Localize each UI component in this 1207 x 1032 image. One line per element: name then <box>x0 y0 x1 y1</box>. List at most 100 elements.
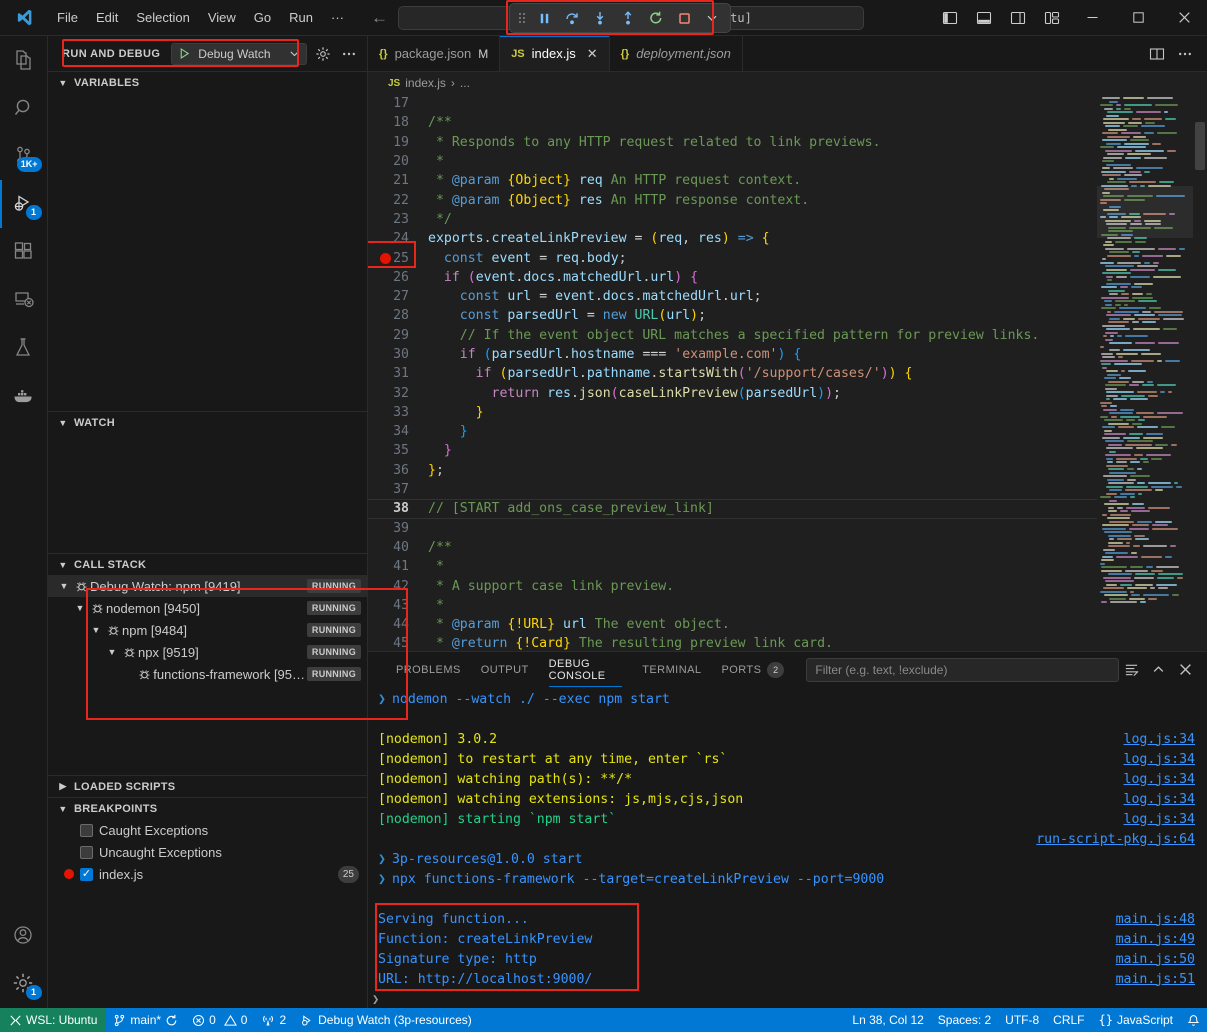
console-source-link[interactable]: main.js:51 <box>1116 972 1195 987</box>
code-line[interactable]: 40/** <box>368 538 1097 557</box>
window-maximize-button[interactable] <box>1115 0 1161 36</box>
status-indentation[interactable]: Spaces: 2 <box>931 1008 998 1032</box>
breakpoint-checkbox[interactable] <box>80 824 93 837</box>
status-eol[interactable]: CRLF <box>1046 1008 1091 1032</box>
call-stack-row[interactable]: ▼nodemon [9450]RUNNING <box>48 597 367 619</box>
code-line[interactable]: 20 * <box>368 152 1097 171</box>
chevron-down-icon[interactable]: ▼ <box>104 647 120 657</box>
editor-tab-package-json[interactable]: {}package.jsonM <box>368 36 500 71</box>
code-line[interactable]: 21 * @param {Object} req An HTTP request… <box>368 171 1097 190</box>
status-encoding[interactable]: UTF-8 <box>998 1008 1046 1032</box>
menu-more[interactable]: ··· <box>322 6 353 29</box>
section-header-breakpoints[interactable]: ▼ BREAKPOINTS <box>48 797 367 819</box>
menu-run[interactable]: Run <box>280 6 322 29</box>
menu-file[interactable]: File <box>48 6 87 29</box>
editor-tab-deployment-json[interactable]: {}deployment.json <box>610 36 743 71</box>
activity-bar-item-testing[interactable] <box>0 324 48 372</box>
panel-tab-ports[interactable]: PORTS2 <box>711 652 794 687</box>
code-line[interactable]: 24exports.createLinkPreview = (req, res)… <box>368 229 1097 248</box>
code-line[interactable]: 34 } <box>368 422 1097 441</box>
code-line[interactable]: 28 const parsedUrl = new URL(url); <box>368 306 1097 325</box>
call-stack-row[interactable]: ▼npx [9519]RUNNING <box>48 641 367 663</box>
status-problems[interactable]: 0 0 <box>185 1008 254 1032</box>
debug-settings-gear-icon[interactable] <box>313 43 333 65</box>
status-notifications[interactable] <box>1180 1008 1207 1032</box>
console-source-link[interactable]: run-script-pkg.js:64 <box>1036 832 1195 847</box>
sidebar-more-actions-button[interactable] <box>339 43 359 65</box>
debug-step-into-button[interactable] <box>587 6 613 30</box>
debug-console-output[interactable]: ❯nodemon --watch ./ --exec npm start[nod… <box>368 687 1207 1008</box>
console-source-link[interactable]: main.js:50 <box>1116 952 1195 967</box>
activity-bar-item-explorer[interactable] <box>0 36 48 84</box>
toggle-panel-icon[interactable] <box>967 0 1001 36</box>
toggle-secondary-sidebar-icon[interactable] <box>1001 0 1035 36</box>
activity-bar-item-docker[interactable] <box>0 372 48 420</box>
window-minimize-button[interactable] <box>1069 0 1115 36</box>
debug-configuration-dropdown[interactable]: Debug Watch <box>171 43 307 65</box>
console-source-link[interactable]: main.js:48 <box>1116 912 1195 927</box>
code-line[interactable]: 22 * @param {Object} res An HTTP respons… <box>368 190 1097 209</box>
breakpoint-row[interactable]: Caught Exceptions <box>48 819 367 841</box>
activity-bar-item-manage-settings[interactable]: 1 <box>0 960 48 1008</box>
console-source-link[interactable]: log.js:34 <box>1124 752 1195 767</box>
code-line[interactable]: 26 if (event.docs.matchedUrl.url) { <box>368 268 1097 287</box>
call-stack-row[interactable]: ▼npm [9484]RUNNING <box>48 619 367 641</box>
tab-close-icon[interactable]: ✕ <box>587 46 598 62</box>
code-line[interactable]: 23 */ <box>368 210 1097 229</box>
collapse-panel-chevron-up-icon[interactable] <box>1146 658 1170 682</box>
console-source-link[interactable]: log.js:34 <box>1124 772 1195 787</box>
status-debug-session[interactable]: Debug Watch (3p-resources) <box>293 1008 479 1032</box>
activity-bar-item-remote-explorer[interactable] <box>0 276 48 324</box>
code-line[interactable]: 42 * A support case link preview. <box>368 576 1097 595</box>
status-remote-host[interactable]: WSL: Ubuntu <box>0 1008 106 1032</box>
debug-more-chevron-down-icon[interactable] <box>699 6 725 30</box>
panel-tab-output[interactable]: OUTPUT <box>471 652 539 687</box>
chevron-down-icon[interactable]: ▼ <box>56 581 72 591</box>
chevron-down-icon[interactable]: ▼ <box>72 603 88 613</box>
debug-stop-button[interactable] <box>671 6 697 30</box>
status-language-mode[interactable]: {} JavaScript <box>1092 1008 1180 1032</box>
split-editor-right-icon[interactable] <box>1144 39 1170 69</box>
code-line[interactable]: 37 <box>368 480 1097 499</box>
code-line[interactable]: 30 if (parsedUrl.hostname === 'example.c… <box>368 345 1097 364</box>
code-line[interactable]: 44 * @param {!URL} url The event object. <box>368 615 1097 634</box>
code-line[interactable]: 33 } <box>368 403 1097 422</box>
call-stack-row[interactable]: functions-framework [954...RUNNING <box>48 663 367 685</box>
customize-layout-icon[interactable] <box>1035 0 1069 36</box>
debug-step-over-button[interactable] <box>559 6 585 30</box>
window-close-button[interactable] <box>1161 0 1207 36</box>
go-back-icon[interactable]: ← <box>371 9 388 26</box>
activity-bar-item-run-and-debug[interactable]: 1 <box>0 180 48 228</box>
status-branch[interactable]: main* <box>106 1008 185 1032</box>
console-source-link[interactable]: log.js:34 <box>1124 792 1195 807</box>
code-line[interactable]: 25 const event = req.body; <box>368 248 1097 267</box>
code-line[interactable]: 17 <box>368 94 1097 113</box>
debug-step-out-button[interactable] <box>615 6 641 30</box>
panel-tab-debug-console[interactable]: DEBUG CONSOLE <box>539 652 633 687</box>
minimap-slider[interactable] <box>1097 186 1193 238</box>
activity-bar-item-search[interactable] <box>0 84 48 132</box>
code-line[interactable]: 39 <box>368 519 1097 538</box>
console-input-chevron-icon[interactable]: ❯ <box>372 992 379 1006</box>
code-line[interactable]: 38// [START add_ons_case_preview_link] <box>368 499 1097 518</box>
menu-selection[interactable]: Selection <box>127 6 198 29</box>
code-line[interactable]: 43 * <box>368 596 1097 615</box>
breakpoint-row[interactable]: index.js25 <box>48 863 367 885</box>
panel-tab-terminal[interactable]: TERMINAL <box>632 652 711 687</box>
code-line[interactable]: 18/** <box>368 113 1097 132</box>
menu-view[interactable]: View <box>199 6 245 29</box>
editor-tab-index-js[interactable]: JSindex.js✕ <box>500 36 609 71</box>
breakpoint-checkbox[interactable] <box>80 868 93 881</box>
breakpoint-checkbox[interactable] <box>80 846 93 859</box>
section-header-call-stack[interactable]: ▼ CALL STACK <box>48 553 367 575</box>
status-cursor-position[interactable]: Ln 38, Col 12 <box>845 1008 930 1032</box>
code-line[interactable]: 31 if (parsedUrl.pathname.startsWith('/s… <box>368 364 1097 383</box>
breakpoint-row[interactable]: Uncaught Exceptions <box>48 841 367 863</box>
menu-go[interactable]: Go <box>245 6 280 29</box>
editor-breakpoint-dot[interactable] <box>380 253 391 264</box>
breadcrumb-symbol[interactable]: ... <box>460 76 470 90</box>
code-line[interactable]: 36}; <box>368 461 1097 480</box>
code-line[interactable]: 19 * Responds to any HTTP request relate… <box>368 133 1097 152</box>
call-stack-row[interactable]: ▼Debug Watch: npm [9419]RUNNING <box>48 575 367 597</box>
panel-filter-input[interactable]: Filter (e.g. text, !exclude) <box>806 658 1119 682</box>
